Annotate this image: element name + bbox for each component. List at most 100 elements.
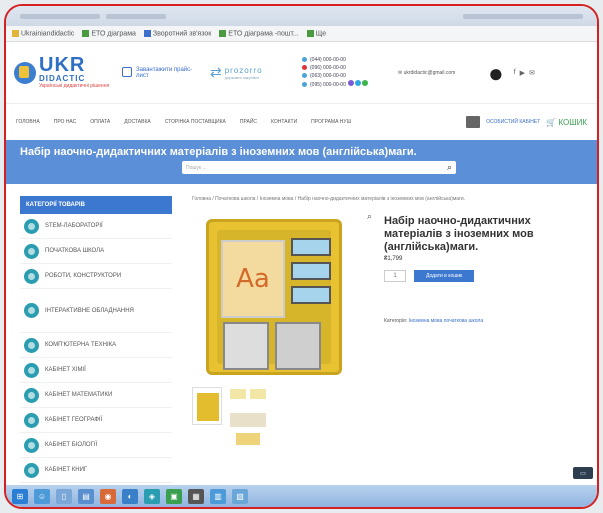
taskbar-app-icon[interactable]: ◐ — [122, 488, 138, 504]
bookmark[interactable]: Ще — [306, 29, 326, 37]
category-label: Кабінет хімії — [45, 367, 86, 373]
category-item[interactable]: Комп'ютерна техніка — [20, 333, 172, 358]
product-block: ⌕ Aa Набір наочно-дидактичних матеріалів… — [192, 211, 591, 447]
taskbar-app-icon[interactable]: ▧ — [232, 488, 248, 504]
nav-item[interactable]: Контакти — [271, 119, 297, 125]
quantity-field[interactable]: 1 — [384, 270, 406, 282]
site-logo[interactable]: UKR DIDACTIC Українські дидактичні рішен… — [14, 54, 112, 89]
logo-small: DIDACTIC — [39, 74, 86, 83]
nav-item[interactable]: Головна — [16, 119, 40, 125]
phone-icon — [302, 82, 307, 88]
category-link[interactable]: Іноземна мова початкова школа — [408, 318, 483, 324]
logo-tagline: Українські дидактичні рішення — [39, 83, 110, 89]
prozorro-logo[interactable]: ⇄ prozorro державні закупівлі — [210, 64, 292, 81]
category-item[interactable]: Кабінет хімії — [20, 358, 172, 383]
nav-item[interactable]: Про нас — [54, 119, 77, 125]
page-title: Набір наочно-дидактичних матеріалів з ін… — [20, 146, 417, 158]
taskbar-app-icon[interactable]: ☺ — [34, 488, 50, 504]
letter-card: Aa — [221, 240, 285, 318]
search-input[interactable]: Пошук ... ⌕ — [182, 161, 456, 174]
category-icon — [24, 268, 39, 284]
phone-number[interactable]: (044) 000-00-00 — [310, 57, 346, 63]
bookmark[interactable]: Ukrainiandidactic — [12, 29, 74, 37]
bookmark-icon — [82, 29, 90, 37]
bookmark-icon — [143, 29, 151, 37]
phone-list: (044) 000-00-00 (096) 000-00-00 (063) 00… — [302, 56, 388, 89]
mini-card — [291, 262, 331, 280]
category-label: STEM-лабораторії — [45, 223, 103, 229]
product-image[interactable]: ⌕ Aa — [192, 211, 372, 381]
taskbar-app-icon[interactable]: ▤ — [78, 488, 94, 504]
main-nav: Головна Про нас Оплата Доставка Сторінка… — [6, 104, 597, 140]
breadcrumb[interactable]: Головна / Початкова школа / Іноземна мов… — [192, 196, 572, 203]
bookmark[interactable]: Зворотний зв'язок — [143, 29, 211, 37]
document-icon — [122, 66, 132, 77]
taskbar-app-icon[interactable]: ▯ — [56, 488, 72, 504]
phone-number[interactable]: (063) 000-00-00 — [310, 73, 346, 79]
category-icon — [24, 362, 39, 378]
category-item[interactable]: Кабінет математики — [20, 383, 172, 408]
nav-item[interactable]: Програма НУШ — [311, 119, 351, 125]
logo-big: UKR — [39, 54, 86, 76]
category-item[interactable]: Кабінет географії — [20, 408, 172, 433]
category-icon — [24, 412, 39, 428]
phone-number[interactable]: (096) 000-00-00 — [310, 65, 346, 71]
browser-window: Ukrainiandidactic ЕТО діаграма Зворотний… — [4, 4, 599, 509]
category-icon — [24, 303, 39, 318]
nav-item[interactable]: Прайс — [240, 119, 257, 125]
price-list-link[interactable]: Завантажити прайс-лист — [122, 66, 200, 79]
start-icon[interactable]: ⊞ — [12, 488, 28, 504]
site-header: UKR DIDACTIC Українські дидактичні рішен… — [6, 42, 597, 104]
category-item[interactable]: Початкова школа — [20, 239, 172, 264]
bookmark[interactable]: ЕТО діаграма — [82, 29, 136, 37]
category-item[interactable]: STEM-лабораторії — [20, 214, 172, 239]
category-item[interactable]: Інтерактивне обладнання — [20, 289, 172, 333]
search-icon[interactable]: ⌕ — [447, 162, 452, 173]
category-item[interactable]: Кабінет біології — [20, 433, 172, 458]
social-icons: f ▶ ✉ — [514, 69, 535, 77]
prozorro-text: prozorro — [224, 65, 263, 75]
prozorro-icon: ⇄ — [210, 64, 222, 80]
thumbnail[interactable] — [192, 387, 222, 425]
category-label: Початкова школа — [45, 248, 105, 254]
bookmark-icon — [219, 29, 227, 37]
category-label: Кабінет географії — [45, 417, 103, 423]
nav-item[interactable]: Сторінка поставщика — [165, 119, 226, 125]
taskbar-app-icon[interactable]: ▥ — [210, 488, 226, 504]
taskbar: ⊞ ☺ ▯ ▤ ◉ ◐ ◈ ▣ ▦ ▥ ▧ — [6, 485, 597, 507]
bookmark[interactable]: ЕТО діаграма -пошт... — [219, 29, 299, 37]
mail-icon[interactable]: ✉ — [529, 69, 535, 77]
apple-icon: ● — [488, 57, 504, 88]
youtube-icon[interactable]: ▶ — [520, 69, 525, 77]
category-sidebar: Категорії товарів STEM-лабораторії Почат… — [20, 196, 172, 483]
facebook-icon[interactable]: f — [514, 69, 516, 77]
cart-label: Кошик — [558, 117, 587, 127]
nav-item[interactable]: Оплата — [90, 119, 110, 125]
category-icon — [24, 437, 39, 453]
category-label: Кабінет біології — [45, 442, 98, 448]
bookmarks-bar: Ukrainiandidactic ЕТО діаграма Зворотний… — [6, 26, 597, 42]
zoom-icon[interactable]: ⌕ — [367, 211, 372, 222]
account-link[interactable]: Особистий кабінет — [486, 119, 540, 125]
category-item[interactable]: Кабінет книг — [20, 458, 172, 483]
taskbar-app-icon[interactable]: ▣ — [166, 488, 182, 504]
category-item[interactable]: Роботи, конструктори — [20, 264, 172, 289]
logo-text: UKR DIDACTIC Українські дидактичні рішен… — [39, 54, 110, 89]
taskbar-app-icon[interactable]: ◈ — [144, 488, 160, 504]
category-label: Інтерактивне обладнання — [45, 307, 134, 314]
thumbnail-strip — [192, 387, 372, 447]
taskbar-app-icon[interactable]: ▦ — [188, 488, 204, 504]
cart-link[interactable]: 🛒 Кошик — [546, 118, 587, 127]
email-link[interactable]: ✉ ukrdidactic@gmail.com — [398, 70, 478, 76]
title-blur — [20, 13, 100, 19]
phone-number[interactable]: (095) 000-00-00 — [310, 82, 346, 88]
add-to-cart-button[interactable]: Додати в кошик — [414, 270, 475, 282]
category-list: STEM-лабораторії Початкова школа Роботи,… — [20, 214, 172, 483]
thumbnail[interactable] — [228, 387, 268, 447]
browser-taskbar-icon[interactable]: ◉ — [100, 488, 116, 504]
chat-widget-button[interactable]: ▭ — [573, 467, 593, 479]
category-icon — [24, 218, 39, 234]
product-info: Набір наочно-дидактичних матеріалів з ін… — [384, 211, 560, 447]
mini-card — [291, 286, 331, 304]
nav-item[interactable]: Доставка — [124, 119, 151, 125]
